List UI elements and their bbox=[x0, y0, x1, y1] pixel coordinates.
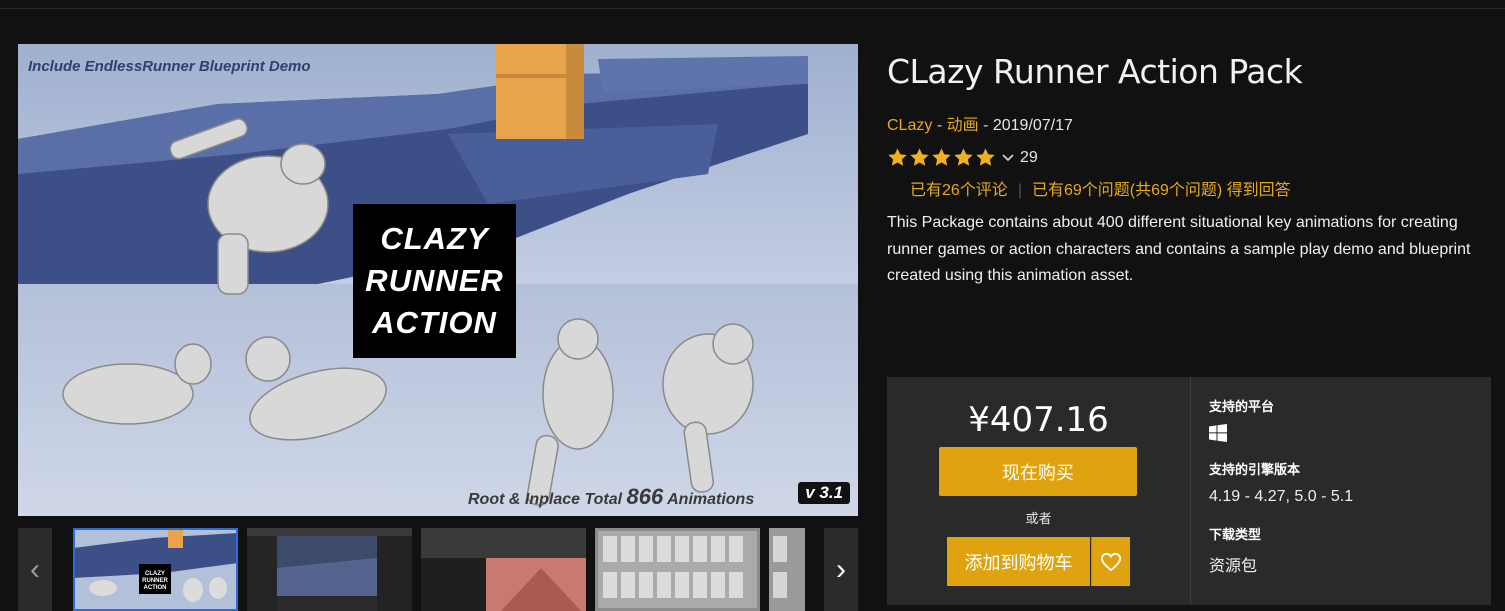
thumbnail-1[interactable]: CLAZY RUNNER ACTION bbox=[73, 528, 238, 611]
hero-version-badge: v 3.1 bbox=[798, 482, 850, 504]
chevron-down-icon[interactable] bbox=[1002, 153, 1014, 162]
hero-title-line: RUNNER bbox=[365, 263, 504, 298]
download-type-label: 下载类型 bbox=[1209, 527, 1262, 542]
product-title: CLazy Runner Action Pack bbox=[887, 52, 1303, 91]
star-icon bbox=[954, 148, 973, 166]
engine-versions-label: 支持的引擎版本 bbox=[1209, 462, 1301, 477]
thumbnail-image bbox=[595, 528, 760, 611]
wishlist-button[interactable] bbox=[1091, 537, 1130, 586]
gallery-next-button[interactable]: › bbox=[824, 528, 858, 611]
download-type-value: 资源包 bbox=[1209, 558, 1258, 575]
svg-text:RUNNER: RUNNER bbox=[142, 578, 168, 584]
hero-title-box: CLAZY RUNNER ACTION bbox=[353, 204, 516, 358]
main-product-image[interactable]: Include EndlessRunner Blueprint Demo CLA… bbox=[18, 44, 858, 516]
or-label: 或者 bbox=[1025, 511, 1052, 526]
hero-title-line: ACTION bbox=[372, 305, 497, 340]
buy-now-button[interactable]: 现在购买 bbox=[939, 447, 1137, 496]
platforms-label: 支持的平台 bbox=[1209, 399, 1275, 414]
chevron-right-icon: › bbox=[836, 552, 846, 586]
add-to-cart-button[interactable]: 添加到购物车 bbox=[947, 537, 1090, 586]
gallery-prev-button[interactable]: ‹ bbox=[18, 528, 52, 611]
engine-versions-value: 4.19 - 4.27, 5.0 - 5.1 bbox=[1209, 488, 1354, 505]
thumbnail-2[interactable] bbox=[247, 528, 412, 611]
seller-link[interactable]: CLazy bbox=[887, 117, 932, 134]
hero-caption-top: Include EndlessRunner Blueprint Demo bbox=[28, 58, 311, 75]
purchase-actions: ¥407.16 现在购买 或者 添加到购物车 bbox=[887, 377, 1190, 605]
price: ¥407.16 bbox=[968, 400, 1109, 440]
star-icon bbox=[976, 148, 995, 166]
heart-icon bbox=[1100, 552, 1122, 571]
thumbnail-image bbox=[247, 528, 412, 611]
product-description: This Package contains about 400 differen… bbox=[887, 214, 1471, 284]
star-icon bbox=[910, 148, 929, 166]
windows-icon bbox=[1209, 424, 1227, 442]
meta-separator: - bbox=[936, 117, 943, 134]
svg-text:CLAZY: CLAZY bbox=[145, 571, 165, 577]
star-rating[interactable] bbox=[887, 147, 996, 168]
category-link[interactable]: 动画 bbox=[947, 117, 979, 134]
thumbnail-image bbox=[421, 528, 586, 611]
hero-caption-bottom: Root & Inplace Total 866 Animations bbox=[468, 484, 754, 510]
hero-caption-number: 866 bbox=[626, 484, 664, 509]
purchase-panel: ¥407.16 现在购买 或者 添加到购物车 支持的平台 支持的引擎版本 4.1… bbox=[887, 377, 1491, 605]
rating-summary: 29 bbox=[887, 147, 1038, 168]
thumbnail-image: CLAZY RUNNER ACTION bbox=[73, 528, 238, 611]
product-meta: CLazy - 动画 - 2019/07/17 bbox=[887, 111, 1073, 135]
questions-link[interactable]: 已有69个问题(共69个问题) 得到回答 bbox=[1032, 182, 1291, 199]
thumbnail-4[interactable] bbox=[595, 528, 760, 611]
release-date: 2019/07/17 bbox=[992, 117, 1073, 134]
thumbnail-5[interactable] bbox=[769, 528, 805, 611]
hero-caption-prefix: Root & Inplace Total bbox=[468, 491, 623, 508]
chevron-left-icon: ‹ bbox=[30, 552, 40, 586]
link-divider: | bbox=[1017, 182, 1022, 199]
thumbnail-3[interactable] bbox=[421, 528, 586, 611]
reviews-link[interactable]: 已有26个评论 bbox=[910, 182, 1008, 199]
top-divider bbox=[0, 8, 1505, 9]
review-links: 已有26个评论 | 已有69个问题(共69个问题) 得到回答 bbox=[910, 176, 1291, 200]
meta-separator: - bbox=[983, 117, 989, 134]
thumbnail-image bbox=[769, 528, 805, 611]
product-specs: 支持的平台 支持的引擎版本 4.19 - 4.27, 5.0 - 5.1 下载类… bbox=[1190, 377, 1491, 605]
svg-text:ACTION: ACTION bbox=[144, 585, 167, 591]
star-icon bbox=[888, 148, 907, 166]
hero-caption-suffix: Animations bbox=[667, 491, 755, 508]
hero-title-line: CLAZY bbox=[380, 221, 489, 256]
thumbnail-strip: ‹ CLAZY RUNNER ACTION › bbox=[18, 528, 858, 611]
star-icon bbox=[932, 148, 951, 166]
rating-count: 29 bbox=[1020, 148, 1038, 166]
